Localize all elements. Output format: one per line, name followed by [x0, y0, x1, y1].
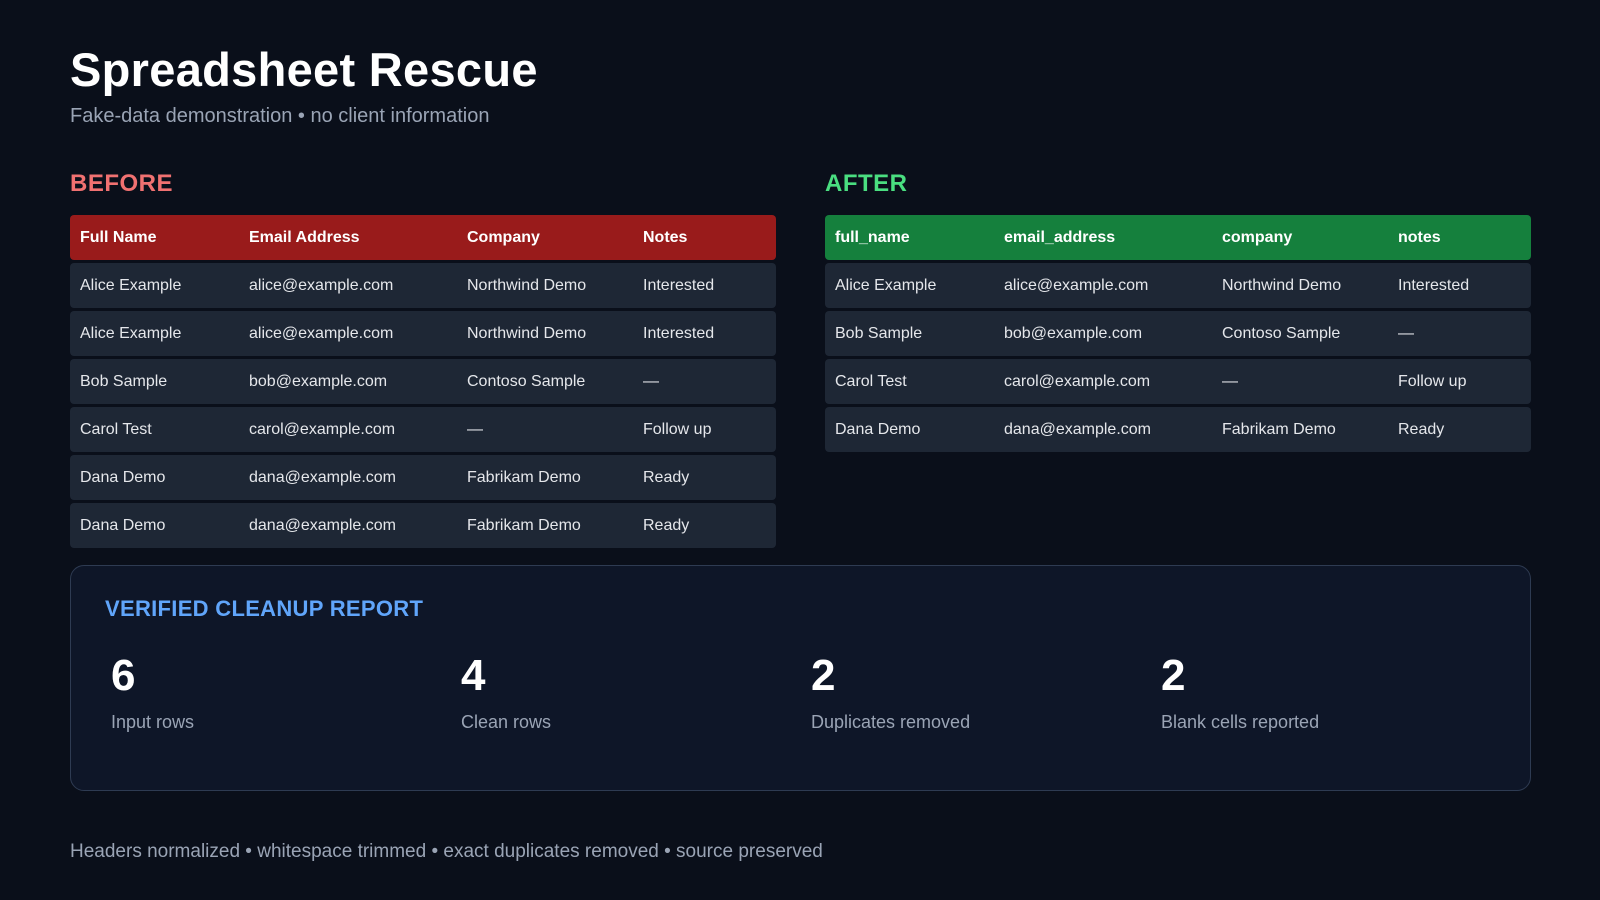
column-header: Company: [467, 228, 540, 246]
table-cell: Interested: [1398, 276, 1470, 294]
cleanup-report-card: VERIFIED CLEANUP REPORT 6 Input rows 4 C…: [70, 565, 1531, 791]
column-header: Full Name: [80, 228, 157, 246]
table-cell: alice@example.com: [1004, 276, 1149, 294]
table-cell: Dana Demo: [80, 468, 166, 486]
table-cell: Bob Sample: [835, 324, 923, 342]
before-table-header: Full Name Email Address Company Notes: [70, 215, 776, 260]
column-header: notes: [1398, 228, 1441, 246]
table-row: Dana Demo dana@example.com Fabrikam Demo…: [70, 503, 776, 548]
table-row: Alice Example alice@example.com Northwin…: [825, 263, 1531, 308]
table-cell: Bob Sample: [80, 372, 168, 390]
table-row: Carol Test carol@example.com — Follow up: [70, 407, 776, 452]
table-cell: carol@example.com: [1004, 372, 1151, 390]
table-cell: Carol Test: [835, 372, 907, 390]
table-cell: Ready: [1398, 420, 1445, 438]
table-row: Bob Sample bob@example.com Contoso Sampl…: [70, 359, 776, 404]
table-cell: Northwind Demo: [467, 276, 587, 294]
table-cell: Fabrikam Demo: [467, 468, 581, 486]
stat-blank-cells: 2 Blank cells reported: [1161, 654, 1319, 733]
table-cell: Alice Example: [80, 324, 182, 342]
table-cell: —: [1398, 324, 1414, 342]
column-header: company: [1222, 228, 1293, 246]
stat-label: Clean rows: [461, 712, 552, 732]
table-row: Alice Example alice@example.com Northwin…: [70, 263, 776, 308]
column-header: full_name: [835, 228, 910, 246]
table-cell: —: [643, 372, 659, 390]
footer-note: Headers normalized • whitespace trimmed …: [70, 841, 823, 862]
table-cell: Follow up: [1398, 372, 1467, 390]
column-header: email_address: [1004, 228, 1116, 246]
report-title: VERIFIED CLEANUP REPORT: [105, 596, 424, 621]
table-cell: bob@example.com: [1004, 324, 1143, 342]
stat-value: 2: [811, 651, 836, 700]
table-row: Alice Example alice@example.com Northwin…: [70, 311, 776, 356]
table-row: Carol Test carol@example.com — Follow up: [825, 359, 1531, 404]
table-row: Dana Demo dana@example.com Fabrikam Demo…: [825, 407, 1531, 452]
table-cell: —: [1222, 372, 1238, 390]
table-cell: Contoso Sample: [467, 372, 586, 390]
stat-value: 6: [111, 651, 136, 700]
table-cell: Ready: [643, 516, 690, 534]
table-row: Dana Demo dana@example.com Fabrikam Demo…: [70, 455, 776, 500]
table-cell: Alice Example: [835, 276, 937, 294]
table-cell: Fabrikam Demo: [1222, 420, 1336, 438]
stat-input-rows: 6 Input rows: [111, 654, 194, 733]
table-cell: Contoso Sample: [1222, 324, 1341, 342]
page-title: Spreadsheet Rescue: [70, 43, 538, 96]
table-cell: —: [467, 420, 483, 438]
before-table: Full Name Email Address Company Notes Al…: [70, 215, 776, 551]
table-cell: Dana Demo: [835, 420, 921, 438]
table-row: Bob Sample bob@example.com Contoso Sampl…: [825, 311, 1531, 356]
after-table: full_name email_address company notes Al…: [825, 215, 1531, 455]
table-cell: dana@example.com: [1004, 420, 1151, 438]
stat-duplicates-removed: 2 Duplicates removed: [811, 654, 970, 733]
table-cell: alice@example.com: [249, 276, 394, 294]
table-cell: Ready: [643, 468, 690, 486]
table-cell: dana@example.com: [249, 516, 396, 534]
table-cell: Northwind Demo: [1222, 276, 1342, 294]
table-cell: Dana Demo: [80, 516, 166, 534]
table-cell: Interested: [643, 324, 715, 342]
after-table-header: full_name email_address company notes: [825, 215, 1531, 260]
column-header: Email Address: [249, 228, 360, 246]
page: Spreadsheet Rescue Fake-data demonstrati…: [0, 0, 1600, 900]
table-cell: Follow up: [643, 420, 712, 438]
stat-value: 2: [1161, 651, 1186, 700]
table-cell: alice@example.com: [249, 324, 394, 342]
page-subtitle: Fake-data demonstration • no client info…: [70, 105, 490, 127]
table-cell: bob@example.com: [249, 372, 388, 390]
table-cell: Carol Test: [80, 420, 152, 438]
before-label: BEFORE: [70, 170, 174, 197]
table-cell: Fabrikam Demo: [467, 516, 581, 534]
table-cell: dana@example.com: [249, 468, 396, 486]
table-cell: carol@example.com: [249, 420, 396, 438]
table-cell: Interested: [643, 276, 715, 294]
table-cell: Alice Example: [80, 276, 182, 294]
column-header: Notes: [643, 228, 688, 246]
table-cell: Northwind Demo: [467, 324, 587, 342]
stat-value: 4: [461, 651, 486, 700]
stat-label: Duplicates removed: [811, 712, 971, 732]
after-label: AFTER: [825, 170, 908, 197]
stat-label: Input rows: [111, 712, 195, 732]
stat-clean-rows: 4 Clean rows: [461, 654, 551, 733]
stat-label: Blank cells reported: [1161, 712, 1320, 732]
